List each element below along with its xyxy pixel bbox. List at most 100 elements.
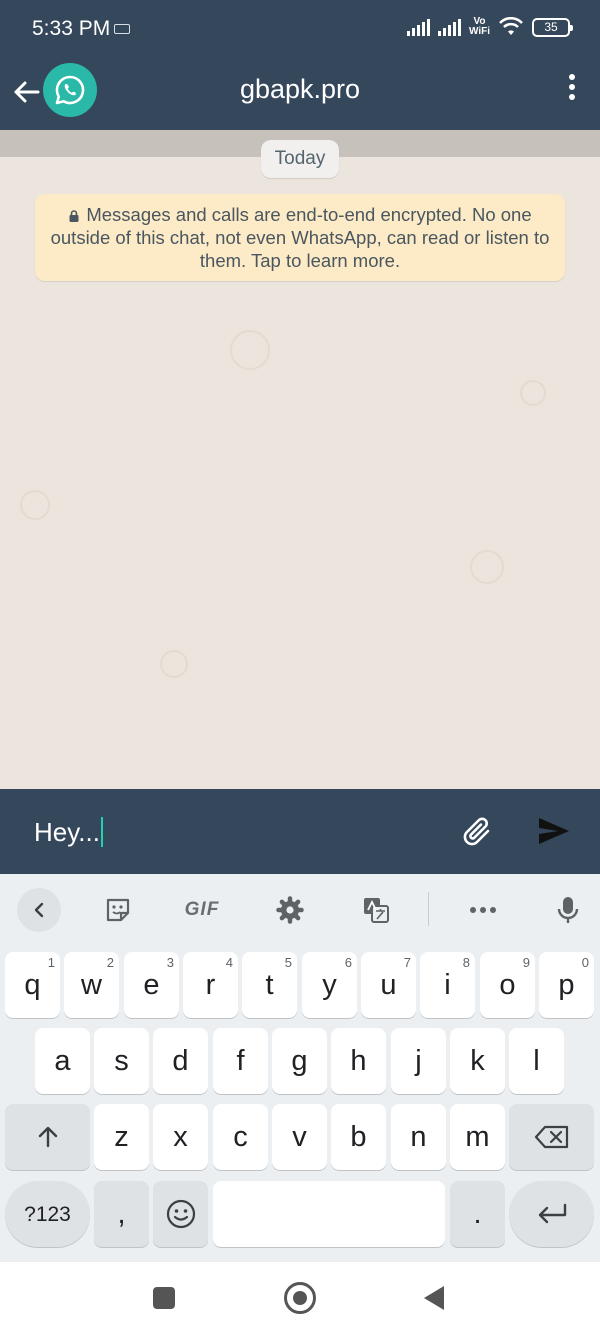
key-k[interactable]: k	[450, 1028, 505, 1094]
key-v[interactable]: v	[272, 1104, 327, 1170]
chat-background[interactable]: Today Messages and calls are end-to-end …	[0, 130, 600, 789]
enter-icon	[538, 1203, 566, 1224]
status-time: 5:33 PM	[32, 17, 111, 40]
key-h[interactable]: h	[331, 1028, 386, 1094]
chat-title[interactable]: gbapk.pro	[0, 74, 600, 105]
key-hint: 1	[47, 955, 55, 970]
key-label: h	[350, 1044, 367, 1077]
key-label: ,	[117, 1197, 126, 1230]
key-w[interactable]: w2	[64, 952, 119, 1018]
chat-header: gbapk.pro	[0, 60, 600, 130]
spacebar[interactable]	[213, 1181, 445, 1247]
key-y[interactable]: y6	[302, 952, 357, 1018]
key-j[interactable]: j	[391, 1028, 446, 1094]
key-l[interactable]: l	[509, 1028, 564, 1094]
keyboard-toolbar: GIF	[0, 874, 600, 944]
recents-icon[interactable]	[153, 1287, 175, 1309]
key-c[interactable]: c	[213, 1104, 268, 1170]
text-caret	[100, 817, 103, 847]
key-e[interactable]: e3	[124, 952, 179, 1018]
key-label: t	[265, 968, 274, 1001]
shift-arrow-icon	[38, 1126, 57, 1148]
key-label: d	[172, 1044, 189, 1077]
wallpaper-doodle	[20, 490, 50, 520]
key-z[interactable]: z	[94, 1104, 149, 1170]
key-label: i	[444, 968, 451, 1001]
gif-button[interactable]: GIF	[180, 888, 224, 932]
encryption-notice-text: Messages and calls are end-to-end encryp…	[50, 204, 550, 271]
key-t[interactable]: t5	[242, 952, 297, 1018]
key-r[interactable]: r4	[183, 952, 238, 1018]
key-g[interactable]: g	[272, 1028, 327, 1094]
key-label: .	[473, 1197, 482, 1230]
comma-key[interactable]: ,	[94, 1181, 149, 1247]
backspace-key[interactable]	[509, 1104, 594, 1170]
key-label: n	[410, 1120, 427, 1153]
key-hint: 4	[225, 955, 233, 970]
key-a[interactable]: a	[35, 1028, 90, 1094]
key-d[interactable]: d	[153, 1028, 208, 1094]
enter-key[interactable]	[509, 1181, 594, 1247]
key-hint: 2	[106, 955, 114, 970]
key-label: v	[292, 1120, 307, 1153]
key-label: b	[350, 1120, 367, 1153]
send-icon[interactable]	[536, 813, 572, 849]
wifi-icon	[499, 17, 523, 35]
period-key[interactable]: .	[450, 1181, 505, 1247]
key-o[interactable]: o9	[480, 952, 535, 1018]
home-icon[interactable]	[284, 1282, 316, 1314]
key-label: o	[499, 968, 516, 1001]
wallpaper-doodle	[160, 650, 188, 678]
encryption-notice[interactable]: Messages and calls are end-to-end encryp…	[35, 194, 565, 281]
key-label: u	[380, 968, 397, 1001]
wallpaper-doodle	[470, 550, 504, 584]
microphone-icon[interactable]	[546, 888, 590, 932]
battery-icon: 35	[532, 17, 573, 37]
key-label: w	[81, 968, 102, 1001]
sticker-icon[interactable]	[96, 888, 140, 932]
key-hint: 0	[581, 955, 589, 970]
more-options-icon[interactable]	[566, 74, 578, 104]
key-label: q	[24, 968, 41, 1001]
more-horizontal-icon[interactable]	[461, 888, 505, 932]
chevron-left-icon[interactable]	[17, 888, 61, 932]
date-divider: Today	[261, 140, 339, 178]
key-q[interactable]: q1	[5, 952, 60, 1018]
key-n[interactable]: n	[391, 1104, 446, 1170]
key-label: g	[291, 1044, 308, 1077]
toolbar-separator	[428, 892, 429, 926]
key-label: m	[465, 1120, 490, 1153]
soft-keyboard: GIF q 1 w 2 e 3 r 4 t 5 y 6 u 7 i 8 o 9 …	[0, 874, 600, 1262]
key-b[interactable]: b	[331, 1104, 386, 1170]
key-m[interactable]: m	[450, 1104, 505, 1170]
key-hint: 6	[344, 955, 352, 970]
status-icons: Vo WiFi 35	[406, 17, 573, 37]
wallpaper-doodle	[230, 330, 270, 370]
key-i[interactable]: i8	[420, 952, 475, 1018]
key-x[interactable]: x	[153, 1104, 208, 1170]
key-label: j	[415, 1044, 422, 1077]
key-f[interactable]: f	[213, 1028, 268, 1094]
message-input[interactable]: Hey...	[34, 817, 103, 848]
symbols-key[interactable]: ?123	[5, 1181, 90, 1247]
key-label: y	[322, 968, 337, 1001]
translate-icon[interactable]	[354, 888, 398, 932]
key-u[interactable]: u7	[361, 952, 416, 1018]
emoji-key[interactable]	[153, 1181, 208, 1247]
key-label: k	[470, 1044, 485, 1077]
key-s[interactable]: s	[94, 1028, 149, 1094]
system-nav-bar	[0, 1262, 600, 1333]
status-bar: 5:33 PM Vo WiFi 35	[0, 0, 600, 60]
key-p[interactable]: p0	[539, 952, 594, 1018]
key-hint: 7	[403, 955, 411, 970]
key-label: ?123	[24, 1202, 71, 1226]
key-hint: 3	[166, 955, 174, 970]
shift-key[interactable]	[5, 1104, 90, 1170]
paperclip-icon[interactable]	[458, 811, 498, 851]
gear-icon[interactable]	[268, 888, 312, 932]
vowifi-indicator: Vo WiFi	[469, 17, 490, 37]
nav-back-icon[interactable]	[424, 1286, 444, 1310]
key-hint: 8	[462, 955, 470, 970]
key-hint: 5	[284, 955, 292, 970]
key-label: f	[236, 1044, 245, 1077]
